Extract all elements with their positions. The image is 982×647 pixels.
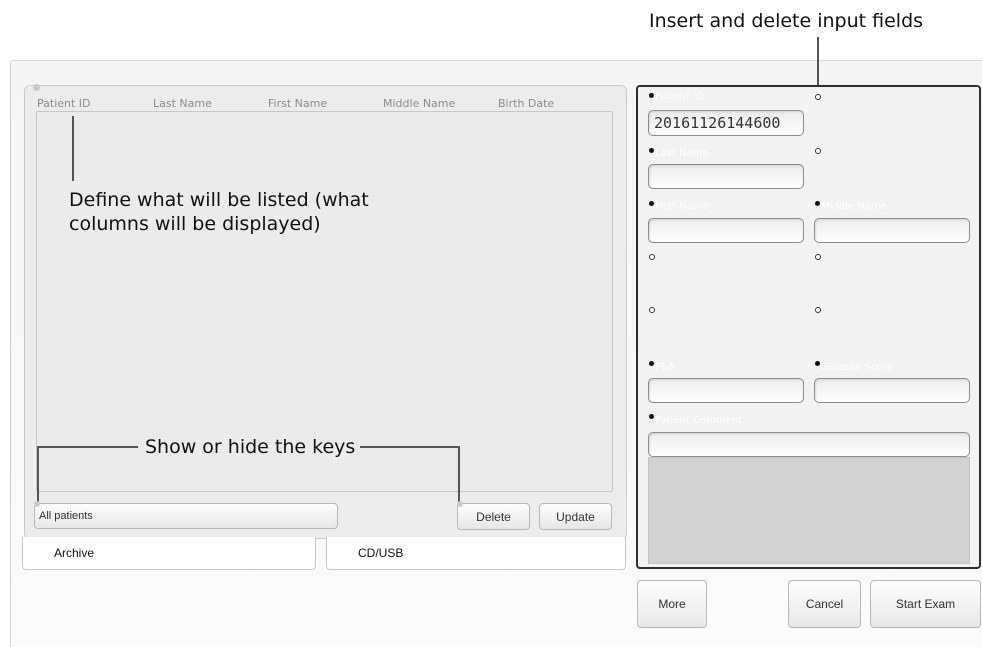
gleason-score-label: Gleason Score [821,362,893,373]
last-name-label: Last Name [655,148,709,159]
field-handle-icon[interactable] [649,201,654,206]
annotation-define-columns-line1: Define what will be listed (what [69,189,369,211]
column-header-birth-date[interactable]: Birth Date [498,97,554,110]
field-handle-icon[interactable] [815,361,820,366]
annotation-define-columns-line2: columns will be displayed) [69,213,321,235]
more-button[interactable]: More [637,580,707,628]
first-name-label: First Name [655,201,709,212]
keys-toggle-handle[interactable] [457,501,463,507]
column-header-last-name[interactable]: Last Name [153,97,212,110]
first-name-field[interactable] [648,218,804,243]
last-name-field[interactable] [648,164,804,189]
update-button[interactable]: Update [539,503,612,530]
middle-name-field[interactable] [814,218,970,243]
patient-comment-label: Patient Comment [655,415,742,426]
column-config-handle[interactable] [33,84,40,91]
patient-comment-field[interactable] [648,432,970,457]
annotation-leader-line [360,446,460,448]
comment-text-area[interactable] [648,457,970,564]
field-handle-icon[interactable] [649,361,654,366]
annotation-leader-line [37,446,138,448]
empty-slot-icon[interactable] [815,307,821,313]
delete-button[interactable]: Delete [457,503,530,530]
column-header-patient-id[interactable]: Patient ID [37,97,91,110]
tab-archive[interactable]: Archive [22,537,316,570]
cancel-button[interactable]: Cancel [788,580,861,628]
patient-id-label: Patient ID [655,91,704,102]
patient-filter-dropdown[interactable]: All patients [34,503,338,529]
annotation-leader-line [72,116,74,181]
patient-id-field[interactable]: 20161126144600 [648,110,804,136]
gleason-score-field[interactable] [814,378,970,403]
column-header-first-name[interactable]: First Name [268,97,327,110]
annotation-show-hide-keys: Show or hide the keys [145,436,356,458]
column-header-middle-name[interactable]: Middle Name [383,97,455,110]
psa-label: PSA [655,362,675,373]
start-exam-button[interactable]: Start Exam [870,580,981,628]
field-handle-icon[interactable] [649,414,654,419]
annotation-leader-line [37,446,39,504]
annotation-leader-line [458,446,460,504]
empty-slot-icon[interactable] [815,254,821,260]
psa-field[interactable] [648,378,804,403]
field-handle-icon[interactable] [815,201,820,206]
patient-list[interactable] [36,111,613,492]
empty-slot-icon[interactable] [649,254,655,260]
keys-toggle-handle[interactable] [34,501,40,507]
field-handle-icon[interactable] [649,148,654,153]
empty-slot-icon[interactable] [649,307,655,313]
empty-slot-icon[interactable] [815,94,821,100]
annotation-insert-delete-fields: Insert and delete input fields [649,10,924,32]
tab-cd-usb[interactable]: CD/USB [326,537,626,570]
middle-name-label: Middle Name [821,201,887,212]
empty-slot-icon[interactable] [815,148,821,154]
field-handle-icon[interactable] [649,93,654,98]
